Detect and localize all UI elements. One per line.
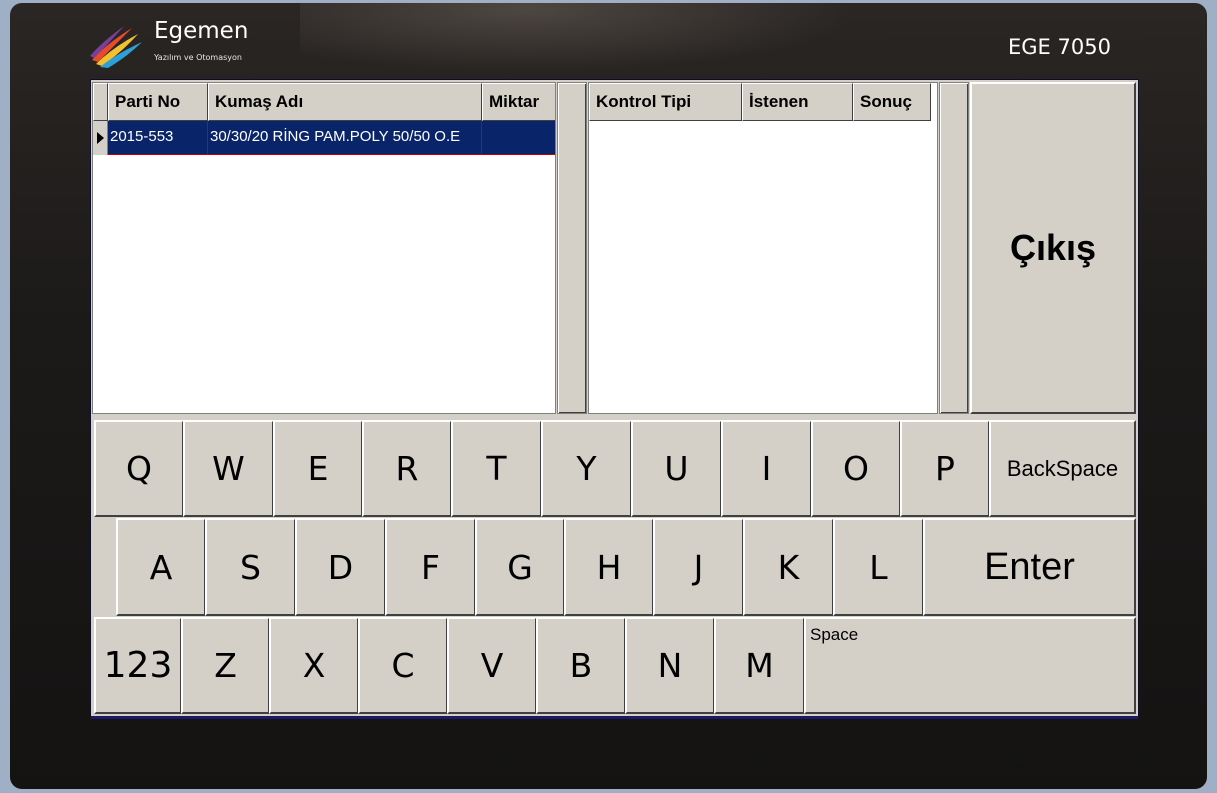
control-grid-scrollbar[interactable] — [939, 82, 969, 414]
lot-grid-scrollbar[interactable] — [557, 82, 587, 414]
key-v[interactable]: V — [447, 617, 537, 714]
key-w[interactable]: W — [183, 420, 274, 517]
cell-parti-no[interactable]: 2015-553 — [108, 121, 208, 155]
key-b[interactable]: B — [536, 617, 626, 714]
key-c[interactable]: C — [358, 617, 448, 714]
column-header-kontrol-tipi[interactable]: Kontrol Tipi — [589, 83, 742, 121]
column-header-kumas-adi[interactable]: Kumaş Adı — [208, 83, 482, 121]
control-grid-header: Kontrol Tipi İstenen Sonuç — [589, 83, 931, 121]
row-indicator-header — [93, 83, 108, 121]
key-d[interactable]: D — [295, 518, 386, 616]
column-header-parti-no[interactable]: Parti No — [108, 83, 208, 121]
key-x[interactable]: X — [269, 617, 359, 714]
column-header-istenen[interactable]: İstenen — [742, 83, 853, 121]
key-e[interactable]: E — [273, 420, 363, 517]
numbers-key[interactable]: 123 — [94, 617, 182, 714]
key-q[interactable]: Q — [94, 420, 184, 517]
key-p[interactable]: P — [900, 420, 990, 517]
lot-grid-header: Parti No Kumaş Adı Miktar — [93, 83, 555, 121]
key-f[interactable]: F — [385, 518, 476, 616]
key-s[interactable]: S — [205, 518, 296, 616]
key-h[interactable]: H — [564, 518, 654, 616]
backspace-key[interactable]: BackSpace — [989, 420, 1136, 517]
enter-key[interactable]: Enter — [923, 518, 1136, 616]
key-n[interactable]: N — [625, 617, 715, 714]
key-j[interactable]: J — [653, 518, 744, 616]
key-z[interactable]: Z — [181, 617, 270, 714]
control-grid[interactable]: Kontrol Tipi İstenen Sonuç — [588, 82, 938, 414]
exit-button[interactable]: Çıkış — [970, 82, 1136, 414]
brand-name: Egemen — [154, 18, 249, 44]
on-screen-keyboard: Q W E R T Y U I O P BackSpace A S D F G … — [91, 418, 1138, 716]
table-row[interactable]: 2015-553 30/30/20 RİNG PAM.POLY 50/50 O.… — [93, 121, 555, 155]
row-pointer-icon — [97, 132, 104, 144]
lot-grid[interactable]: Parti No Kumaş Adı Miktar 2015-553 30/30… — [92, 82, 556, 414]
key-r[interactable]: R — [362, 420, 452, 517]
row-indicator — [93, 121, 108, 155]
device-model: EGE 7050 — [1008, 35, 1111, 59]
hmi-screen: Parti No Kumaş Adı Miktar 2015-553 30/30… — [91, 80, 1138, 716]
key-t[interactable]: T — [451, 420, 542, 517]
key-g[interactable]: G — [475, 518, 565, 616]
key-y[interactable]: Y — [541, 420, 632, 517]
key-o[interactable]: O — [811, 420, 901, 517]
column-header-miktar[interactable]: Miktar — [482, 83, 555, 121]
cell-kumas-adi[interactable]: 30/30/20 RİNG PAM.POLY 50/50 O.E — [208, 121, 482, 155]
key-m[interactable]: M — [714, 617, 805, 714]
cell-miktar[interactable] — [482, 121, 555, 155]
space-key[interactable]: Space — [804, 617, 1136, 714]
egemen-logo-icon — [90, 26, 142, 68]
key-a[interactable]: A — [116, 518, 206, 616]
key-i[interactable]: I — [721, 420, 812, 517]
column-header-sonuc[interactable]: Sonuç — [853, 83, 931, 121]
key-u[interactable]: U — [631, 420, 722, 517]
key-l[interactable]: L — [833, 518, 924, 616]
key-k[interactable]: K — [743, 518, 834, 616]
brand-tagline: Yazılım ve Otomasyon — [154, 53, 242, 62]
